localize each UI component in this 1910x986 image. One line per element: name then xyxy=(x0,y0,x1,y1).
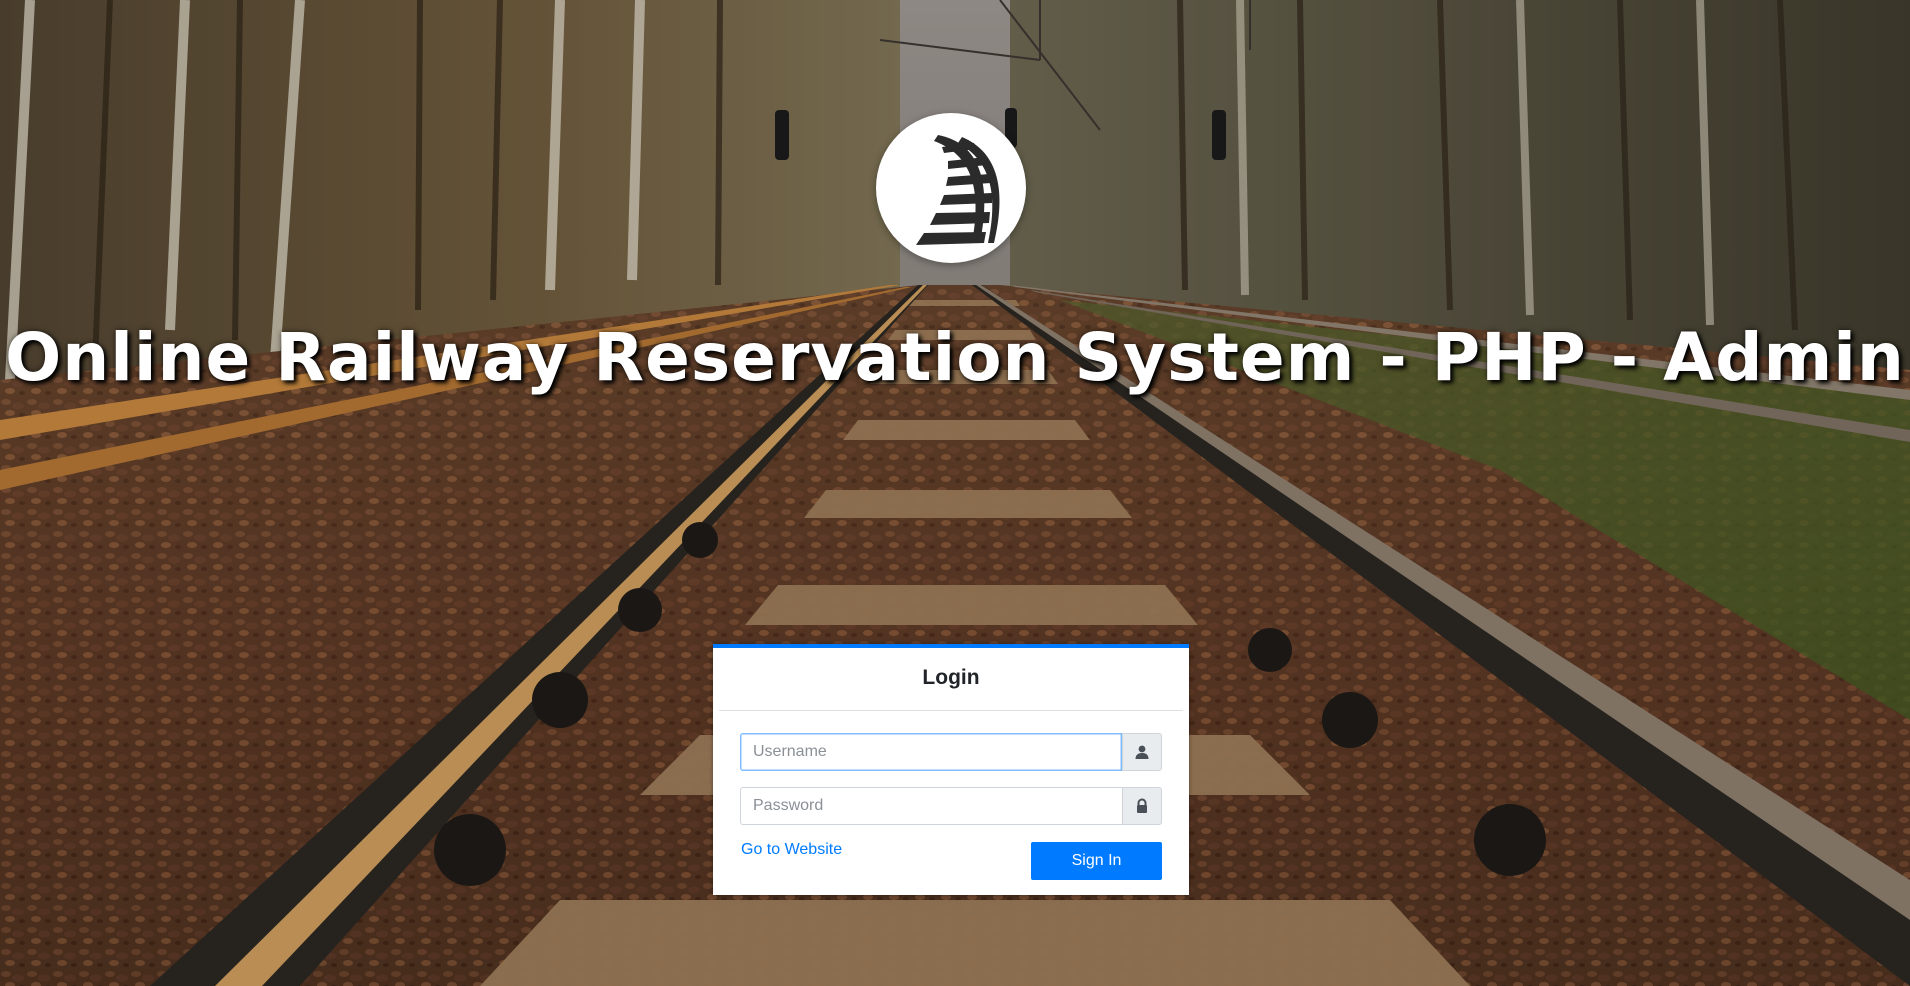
sign-in-button[interactable]: Sign In xyxy=(1031,842,1162,880)
railway-track-icon xyxy=(916,135,1000,245)
login-page: Online Railway Reservation System - PHP … xyxy=(0,0,1910,986)
lock-icon xyxy=(1122,787,1162,825)
user-icon xyxy=(1122,733,1162,771)
username-input[interactable] xyxy=(740,733,1122,771)
password-group xyxy=(740,787,1162,825)
login-card: Login Go to Website Sign In xyxy=(713,644,1189,895)
page-title: Online Railway Reservation System - PHP … xyxy=(5,319,1905,396)
username-group xyxy=(740,733,1162,771)
go-to-website-link[interactable]: Go to Website xyxy=(741,841,842,859)
password-input[interactable] xyxy=(740,787,1122,825)
railway-logo xyxy=(876,113,1026,263)
login-heading: Login xyxy=(719,648,1183,711)
